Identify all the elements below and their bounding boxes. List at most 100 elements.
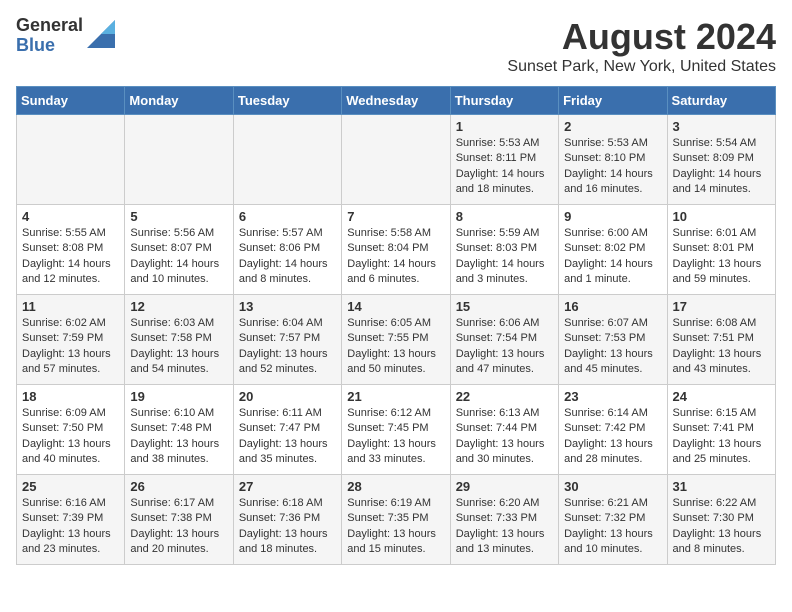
calendar-cell: 4 Sunrise: 5:55 AM Sunset: 8:08 PM Daylig… [17, 205, 125, 295]
day-info: Sunrise: 6:18 AM Sunset: 7:36 PM Dayligh… [239, 496, 336, 558]
day-number: 5 [130, 209, 227, 224]
day-number: 8 [456, 209, 553, 224]
title-area: August 2024 Sunset Park, New York, Unite… [507, 16, 776, 76]
calendar-cell: 10 Sunrise: 6:01 AM Sunset: 8:01 PM Dayli… [667, 205, 775, 295]
day-number: 21 [347, 389, 444, 404]
calendar-cell: 16 Sunrise: 6:07 AM Sunset: 7:53 PM Dayli… [559, 295, 667, 385]
calendar-week-5: 25Sunrise: 6:16 AM Sunset: 7:39 PM Dayli… [17, 475, 776, 565]
day-number: 30 [564, 479, 661, 494]
calendar-cell: 19Sunrise: 6:10 AM Sunset: 7:48 PM Dayli… [125, 385, 233, 475]
calendar-table: Sunday Monday Tuesday Wednesday Thursday… [16, 86, 776, 565]
calendar-header: Sunday Monday Tuesday Wednesday Thursday… [17, 87, 776, 115]
day-info: Sunrise: 6:02 AM Sunset: 7:59 PM Dayligh… [22, 316, 119, 378]
calendar-cell: 12Sunrise: 6:03 AM Sunset: 7:58 PM Dayli… [125, 295, 233, 385]
header-friday: Friday [559, 87, 667, 115]
day-number: 28 [347, 479, 444, 494]
day-number: 29 [456, 479, 553, 494]
calendar-title: August 2024 [507, 16, 776, 58]
header-sunday: Sunday [17, 87, 125, 115]
day-number: 3 [673, 119, 770, 134]
calendar-cell: 22Sunrise: 6:13 AM Sunset: 7:44 PM Dayli… [450, 385, 558, 475]
day-number: 15 [456, 299, 553, 314]
day-info: Sunrise: 6:15 AM Sunset: 7:41 PM Dayligh… [673, 406, 770, 468]
header-saturday: Saturday [667, 87, 775, 115]
header-wednesday: Wednesday [342, 87, 450, 115]
day-number: 1 [456, 119, 553, 134]
day-number: 26 [130, 479, 227, 494]
calendar-cell: 17Sunrise: 6:08 AM Sunset: 7:51 PM Dayli… [667, 295, 775, 385]
day-number: 14 [347, 299, 444, 314]
calendar-cell: 23 Sunrise: 6:14 AM Sunset: 7:42 PM Dayli… [559, 385, 667, 475]
calendar-cell: 20Sunrise: 6:11 AM Sunset: 7:47 PM Dayli… [233, 385, 341, 475]
calendar-cell: 5 Sunrise: 5:56 AM Sunset: 8:07 PM Daylig… [125, 205, 233, 295]
header-monday: Monday [125, 87, 233, 115]
day-info: Sunrise: 6:17 AM Sunset: 7:38 PM Dayligh… [130, 496, 227, 558]
day-info: Sunrise: 6:19 AM Sunset: 7:35 PM Dayligh… [347, 496, 444, 558]
calendar-cell: 27 Sunrise: 6:18 AM Sunset: 7:36 PM Dayli… [233, 475, 341, 565]
calendar-week-3: 11 Sunrise: 6:02 AM Sunset: 7:59 PM Dayli… [17, 295, 776, 385]
calendar-cell: 2Sunrise: 5:53 AM Sunset: 8:10 PM Daylig… [559, 115, 667, 205]
calendar-cell [125, 115, 233, 205]
day-info: Sunrise: 6:07 AM Sunset: 7:53 PM Dayligh… [564, 316, 661, 378]
calendar-cell: 11 Sunrise: 6:02 AM Sunset: 7:59 PM Dayli… [17, 295, 125, 385]
calendar-cell: 6 Sunrise: 5:57 AM Sunset: 8:06 PM Daylig… [233, 205, 341, 295]
calendar-week-4: 18 Sunrise: 6:09 AM Sunset: 7:50 PM Dayli… [17, 385, 776, 475]
logo: General Blue [16, 16, 115, 56]
logo-general-text: General [16, 16, 83, 36]
day-info: Sunrise: 6:04 AM Sunset: 7:57 PM Dayligh… [239, 316, 336, 378]
calendar-cell [342, 115, 450, 205]
day-number: 6 [239, 209, 336, 224]
day-number: 10 [673, 209, 770, 224]
day-number: 23 [564, 389, 661, 404]
calendar-cell: 24 Sunrise: 6:15 AM Sunset: 7:41 PM Dayli… [667, 385, 775, 475]
day-number: 16 [564, 299, 661, 314]
day-number: 31 [673, 479, 770, 494]
calendar-cell: 21 Sunrise: 6:12 AM Sunset: 7:45 PM Dayli… [342, 385, 450, 475]
day-info: Sunrise: 6:14 AM Sunset: 7:42 PM Dayligh… [564, 406, 661, 468]
day-number: 17 [673, 299, 770, 314]
day-number: 19 [130, 389, 227, 404]
calendar-cell: 8 Sunrise: 5:59 AM Sunset: 8:03 PM Daylig… [450, 205, 558, 295]
calendar-location: Sunset Park, New York, United States [507, 58, 776, 76]
calendar-cell: 1 Sunrise: 5:53 AM Sunset: 8:11 PM Daylig… [450, 115, 558, 205]
header-tuesday: Tuesday [233, 87, 341, 115]
day-number: 9 [564, 209, 661, 224]
day-info: Sunrise: 5:58 AM Sunset: 8:04 PM Dayligh… [347, 226, 444, 288]
logo-icon [87, 20, 115, 48]
day-info: Sunrise: 6:12 AM Sunset: 7:45 PM Dayligh… [347, 406, 444, 468]
day-info: Sunrise: 5:57 AM Sunset: 8:06 PM Dayligh… [239, 226, 336, 288]
day-number: 27 [239, 479, 336, 494]
calendar-cell: 25Sunrise: 6:16 AM Sunset: 7:39 PM Dayli… [17, 475, 125, 565]
day-info: Sunrise: 5:56 AM Sunset: 8:07 PM Dayligh… [130, 226, 227, 288]
day-info: Sunrise: 6:21 AM Sunset: 7:32 PM Dayligh… [564, 496, 661, 558]
calendar-cell: 31 Sunrise: 6:22 AM Sunset: 7:30 PM Dayli… [667, 475, 775, 565]
day-number: 4 [22, 209, 119, 224]
day-info: Sunrise: 6:01 AM Sunset: 8:01 PM Dayligh… [673, 226, 770, 288]
calendar-cell: 18 Sunrise: 6:09 AM Sunset: 7:50 PM Dayli… [17, 385, 125, 475]
calendar-cell: 14 Sunrise: 6:05 AM Sunset: 7:55 PM Dayli… [342, 295, 450, 385]
calendar-cell: 29 Sunrise: 6:20 AM Sunset: 7:33 PM Dayli… [450, 475, 558, 565]
day-info: Sunrise: 6:05 AM Sunset: 7:55 PM Dayligh… [347, 316, 444, 378]
calendar-cell: 30 Sunrise: 6:21 AM Sunset: 7:32 PM Dayli… [559, 475, 667, 565]
day-info: Sunrise: 6:20 AM Sunset: 7:33 PM Dayligh… [456, 496, 553, 558]
day-info: Sunrise: 5:53 AM Sunset: 8:11 PM Dayligh… [456, 136, 553, 198]
calendar-cell: 26 Sunrise: 6:17 AM Sunset: 7:38 PM Dayli… [125, 475, 233, 565]
day-info: Sunrise: 6:22 AM Sunset: 7:30 PM Dayligh… [673, 496, 770, 558]
day-info: Sunrise: 5:59 AM Sunset: 8:03 PM Dayligh… [456, 226, 553, 288]
calendar-week-2: 4 Sunrise: 5:55 AM Sunset: 8:08 PM Daylig… [17, 205, 776, 295]
day-number: 18 [22, 389, 119, 404]
day-info: Sunrise: 5:53 AM Sunset: 8:10 PM Dayligh… [564, 136, 661, 198]
day-number: 24 [673, 389, 770, 404]
day-info: Sunrise: 5:55 AM Sunset: 8:08 PM Dayligh… [22, 226, 119, 288]
header: General Blue August 2024 Sunset Park, Ne… [16, 16, 776, 76]
day-number: 13 [239, 299, 336, 314]
calendar-cell: 7Sunrise: 5:58 AM Sunset: 8:04 PM Daylig… [342, 205, 450, 295]
day-number: 11 [22, 299, 119, 314]
day-info: Sunrise: 6:11 AM Sunset: 7:47 PM Dayligh… [239, 406, 336, 468]
day-info: Sunrise: 6:03 AM Sunset: 7:58 PM Dayligh… [130, 316, 227, 378]
header-thursday: Thursday [450, 87, 558, 115]
day-info: Sunrise: 6:16 AM Sunset: 7:39 PM Dayligh… [22, 496, 119, 558]
calendar-cell: 13 Sunrise: 6:04 AM Sunset: 7:57 PM Dayli… [233, 295, 341, 385]
day-info: Sunrise: 6:13 AM Sunset: 7:44 PM Dayligh… [456, 406, 553, 468]
day-info: Sunrise: 6:09 AM Sunset: 7:50 PM Dayligh… [22, 406, 119, 468]
